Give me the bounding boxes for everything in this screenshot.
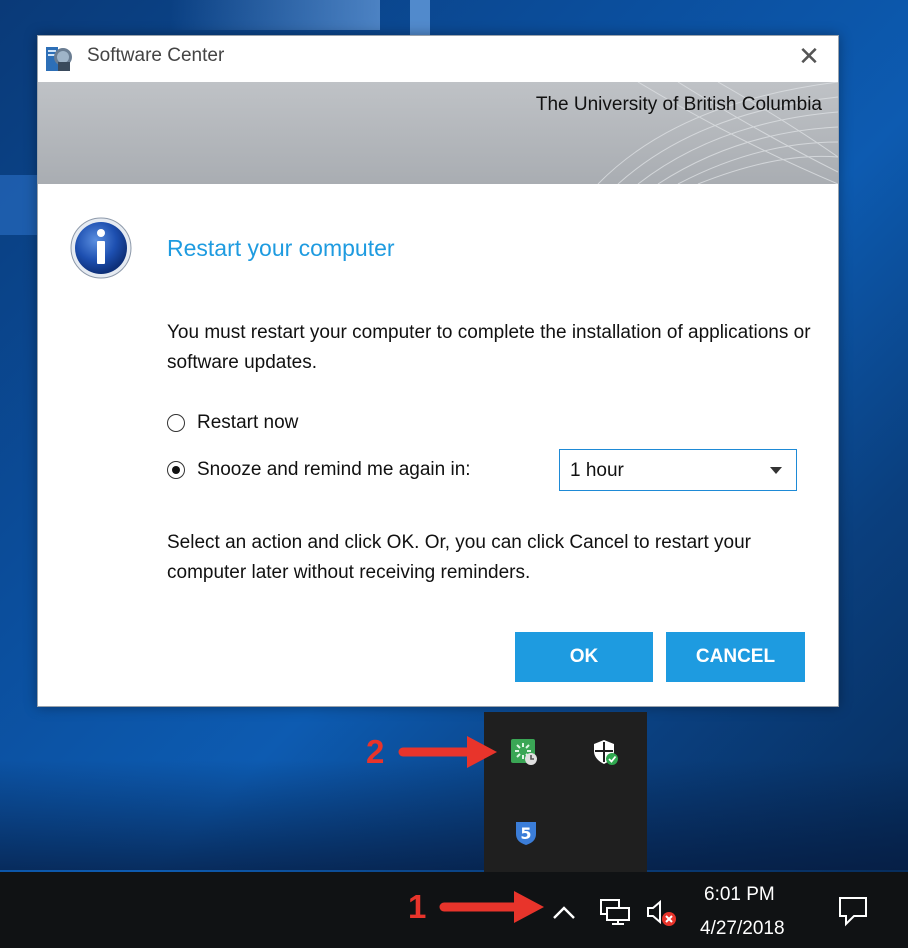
show-hidden-icons-chevron-icon[interactable] (550, 902, 578, 922)
software-center-dialog: Software Center ✕ The University of Brit… (37, 35, 839, 707)
organization-name: The University of British Columbia (535, 94, 822, 115)
software-center-app-icon (46, 47, 72, 71)
snooze-option[interactable]: Snooze and remind me again in: (167, 455, 471, 485)
snooze-radio[interactable] (167, 461, 185, 479)
windows-defender-shield-icon[interactable] (591, 738, 619, 766)
organization-banner: The University of British Columbia (38, 82, 838, 184)
restart-now-option[interactable]: Restart now (167, 408, 298, 438)
volume-muted-icon[interactable] (644, 896, 680, 932)
software-center-tray-icon[interactable] (510, 738, 538, 766)
snooze-duration-dropdown[interactable]: 1 hour (559, 449, 797, 491)
action-center-icon[interactable] (836, 894, 870, 928)
annotation-arrow-icon (398, 736, 497, 768)
network-icon[interactable] (598, 896, 632, 926)
svg-text:5: 5 (520, 824, 531, 843)
title-bar[interactable]: Software Center ✕ (38, 36, 838, 81)
sophos-tray-icon[interactable]: 5 (513, 819, 541, 847)
restart-now-label: Restart now (197, 412, 299, 433)
window-title: Software Center (87, 45, 225, 66)
taskbar-clock-date[interactable]: 4/27/2018 (700, 918, 785, 940)
ok-button[interactable]: OK (515, 632, 653, 682)
chevron-down-icon (770, 467, 782, 474)
restart-message: You must restart your computer to comple… (167, 322, 811, 373)
close-button[interactable]: ✕ (794, 42, 824, 72)
annotation-arrow-icon (439, 891, 544, 923)
cancel-button[interactable]: CANCEL (666, 632, 805, 682)
snooze-duration-value: 1 hour (570, 460, 624, 481)
dialog-heading: Restart your computer (167, 235, 395, 261)
wallpaper-floor-shade (0, 760, 908, 870)
action-instructions: Select an action and click OK. Or, you c… (167, 532, 751, 583)
info-icon (70, 217, 132, 279)
taskbar-clock-time[interactable]: 6:01 PM (704, 884, 775, 906)
wallpaper-light-beam (410, 0, 430, 40)
annotation-step-1: 1 (408, 888, 427, 925)
wallpaper-light-beam (170, 0, 380, 30)
snooze-label: Snooze and remind me again in: (197, 459, 471, 480)
annotation-step-2: 2 (366, 733, 385, 770)
restart-now-radio[interactable] (167, 414, 185, 432)
hidden-icons-flyout: 5 (484, 712, 647, 875)
wallpaper-light-beam (0, 175, 40, 235)
